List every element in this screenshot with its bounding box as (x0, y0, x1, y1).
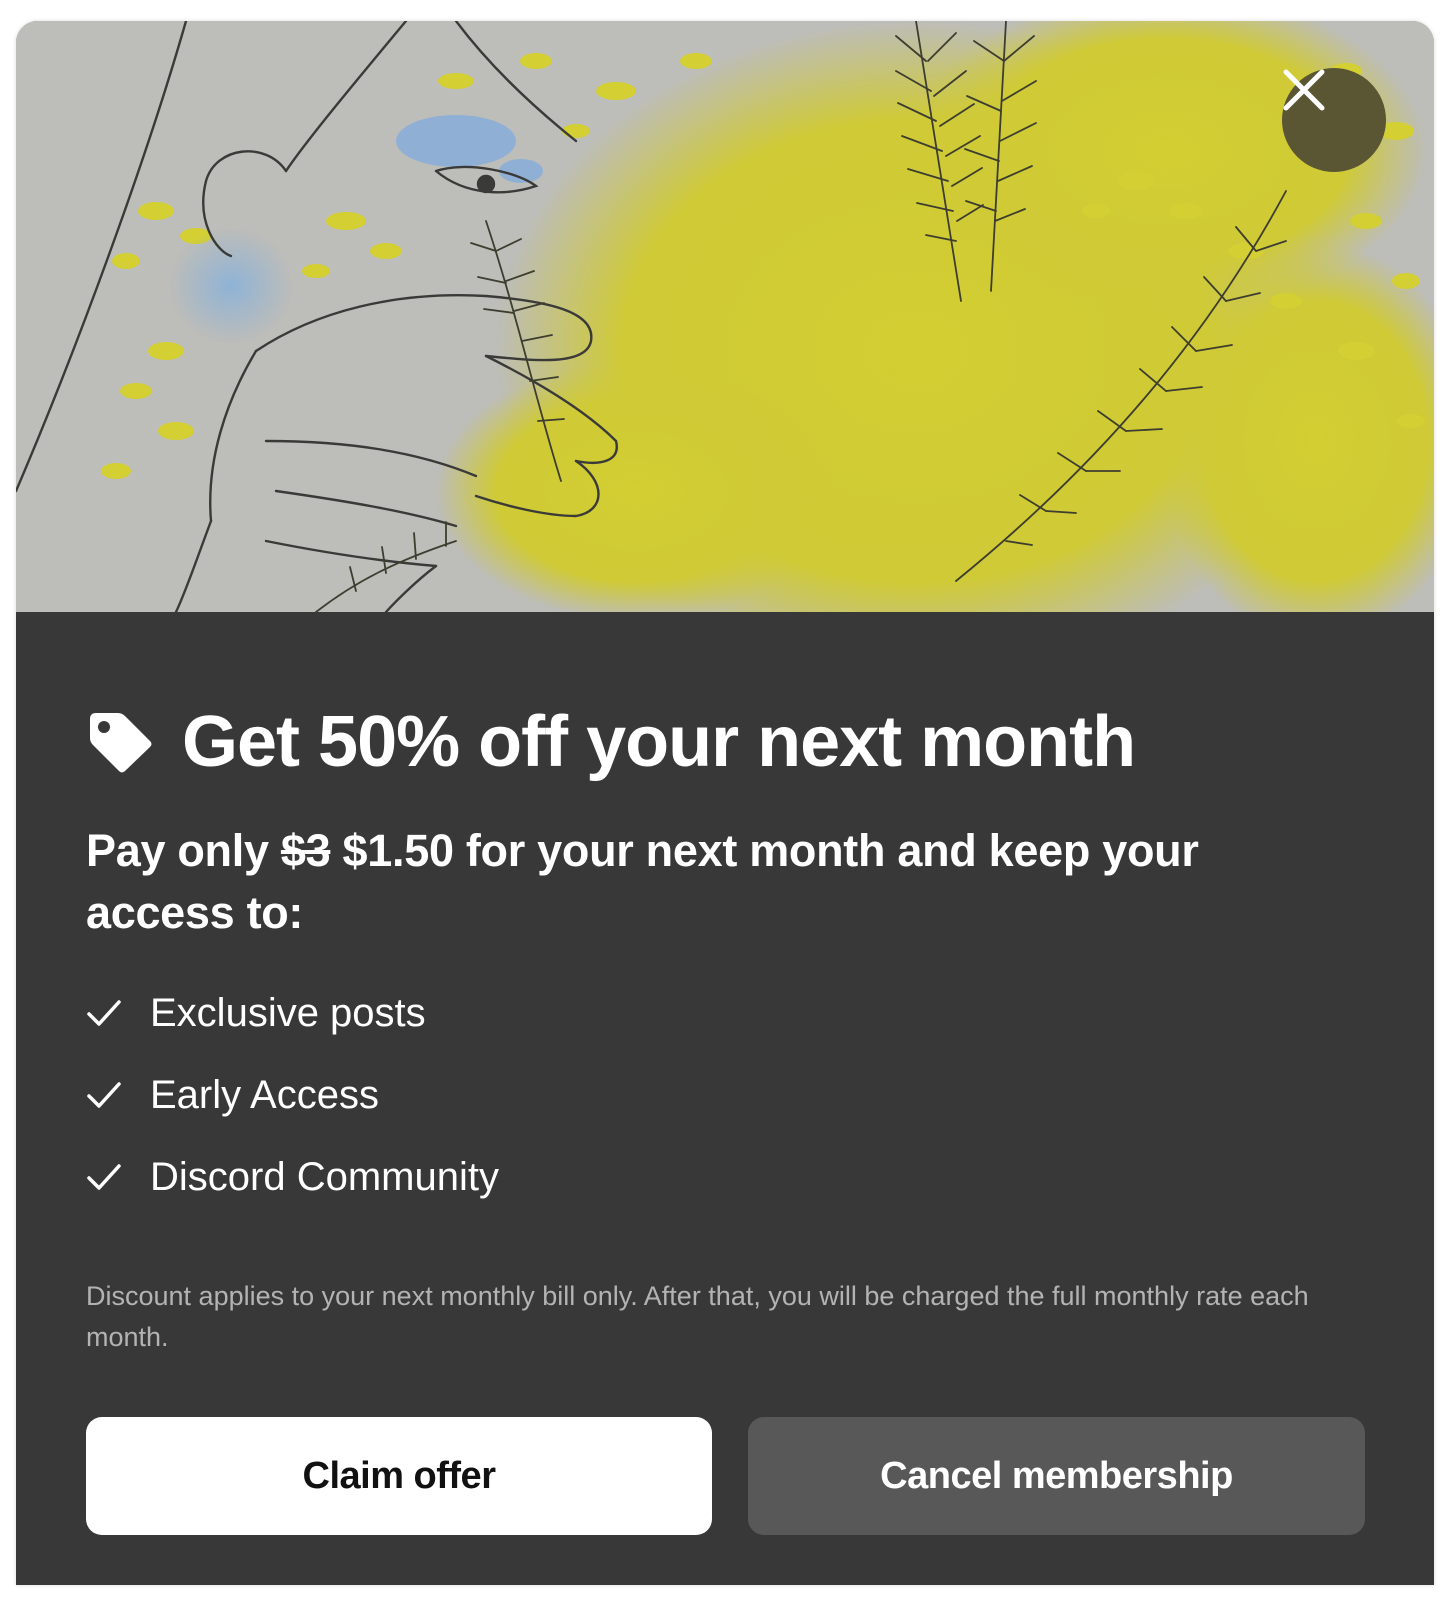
new-price: $1.50 (330, 825, 454, 876)
close-icon (1283, 69, 1325, 111)
check-icon (87, 1082, 121, 1108)
feature-label: Exclusive posts (150, 990, 426, 1035)
price-description: Pay only $3 $1.50 for your next month an… (86, 820, 1246, 944)
check-icon (87, 1164, 121, 1190)
feature-label: Discord Community (150, 1154, 499, 1199)
list-item: Discord Community (86, 1136, 499, 1218)
illustration-hand-with-plants (16, 21, 1434, 612)
old-price: $3 (280, 825, 331, 876)
offer-headline: Get 50% off your next month (182, 702, 1136, 782)
cancel-membership-button[interactable]: Cancel membership (748, 1417, 1365, 1535)
list-item: Early Access (86, 1054, 499, 1136)
price-prefix: Pay only (86, 825, 281, 876)
feature-list: Exclusive posts Early Access Discord Com… (86, 972, 499, 1218)
feature-label: Early Access (150, 1072, 379, 1117)
close-button[interactable] (1282, 68, 1386, 172)
claim-offer-button[interactable]: Claim offer (86, 1417, 712, 1535)
list-item: Exclusive posts (86, 972, 499, 1054)
check-icon (87, 1000, 121, 1026)
tag-icon (90, 713, 152, 773)
offer-header: Get 50% off your next month (86, 702, 1136, 782)
offer-modal: Get 50% off your next month Pay only $3 … (16, 21, 1434, 1585)
hero-illustration (16, 21, 1434, 612)
discount-disclaimer: Discount applies to your next monthly bi… (86, 1281, 1309, 1352)
